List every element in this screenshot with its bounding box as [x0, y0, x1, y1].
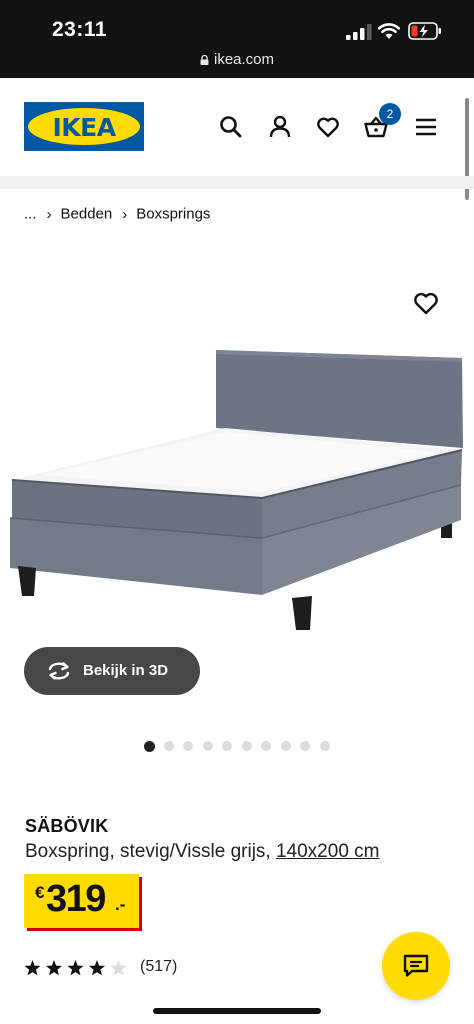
- carousel-dot[interactable]: [261, 741, 271, 751]
- carousel-dot[interactable]: [281, 741, 291, 751]
- favourite-heart-icon[interactable]: [412, 290, 440, 316]
- home-indicator: [153, 1008, 321, 1014]
- lock-icon: [200, 55, 209, 65]
- view-in-3d-label: Bekijk in 3D: [83, 662, 169, 679]
- search-icon[interactable]: [218, 114, 244, 140]
- rating-stars[interactable]: [24, 959, 128, 977]
- chevron-right-icon: ›: [122, 205, 128, 223]
- star-filled-icon: [45, 960, 63, 976]
- product-description-text: Boxspring, stevig/Vissle grijs,: [25, 841, 271, 862]
- carousel-dot[interactable]: [203, 741, 213, 751]
- price-decimal: .-: [115, 895, 126, 914]
- breadcrumb: ... › Bedden › Boxsprings: [24, 205, 210, 223]
- price-currency: €: [35, 883, 45, 902]
- url-text: ikea.com: [213, 51, 275, 68]
- account-icon[interactable]: [267, 114, 293, 140]
- carousel-dot[interactable]: [183, 741, 193, 751]
- menu-icon[interactable]: [413, 114, 439, 140]
- chevron-right-icon: ›: [46, 205, 52, 223]
- cart-count-badge: 2: [379, 103, 401, 125]
- product-size-link[interactable]: 140x200 cm: [276, 841, 380, 862]
- view-in-3d-button[interactable]: Bekijk in 3D: [24, 647, 200, 695]
- url-bar[interactable]: ikea.com: [0, 51, 474, 68]
- carousel-dot[interactable]: [222, 741, 232, 751]
- star-filled-icon: [67, 960, 84, 976]
- star-filled-icon: [88, 960, 106, 976]
- price-tag: € 319 .-: [24, 874, 139, 928]
- star-filled-icon: [24, 960, 41, 976]
- product-description: Boxspring, stevig/Vissle grijs, 140x200 …: [25, 841, 380, 863]
- carousel-dot[interactable]: [242, 741, 252, 751]
- product-image[interactable]: [0, 280, 474, 640]
- breadcrumb-item-bedden[interactable]: Bedden: [61, 206, 113, 223]
- heart-icon[interactable]: [315, 114, 341, 140]
- ikea-logo[interactable]: IKEA: [24, 102, 144, 151]
- breadcrumb-ellipsis[interactable]: ...: [24, 206, 37, 223]
- site-header: IKEA: [0, 78, 474, 176]
- carousel-dot[interactable]: [320, 741, 330, 751]
- chat-button[interactable]: [382, 932, 450, 1000]
- product-name: SÄBÖVIK: [25, 816, 109, 836]
- logo-text: IKEA: [52, 113, 116, 142]
- battery-icon: [408, 22, 441, 40]
- status-bar: 23:11 ikea.com: [0, 0, 474, 78]
- cellular-signal-icon: [346, 24, 372, 40]
- breadcrumb-item-boxsprings[interactable]: Boxsprings: [136, 206, 210, 223]
- carousel-dot[interactable]: [144, 740, 155, 752]
- wifi-icon: [378, 23, 400, 39]
- star-empty-icon: [110, 960, 127, 976]
- review-count[interactable]: (517): [140, 958, 177, 976]
- carousel-dot[interactable]: [164, 741, 174, 751]
- rotate-3d-icon: [48, 662, 70, 680]
- price-amount: 319: [46, 878, 106, 920]
- header-divider: [0, 176, 474, 189]
- chat-icon: [403, 954, 429, 977]
- status-time: 23:11: [52, 18, 108, 41]
- carousel-dot[interactable]: [300, 741, 310, 751]
